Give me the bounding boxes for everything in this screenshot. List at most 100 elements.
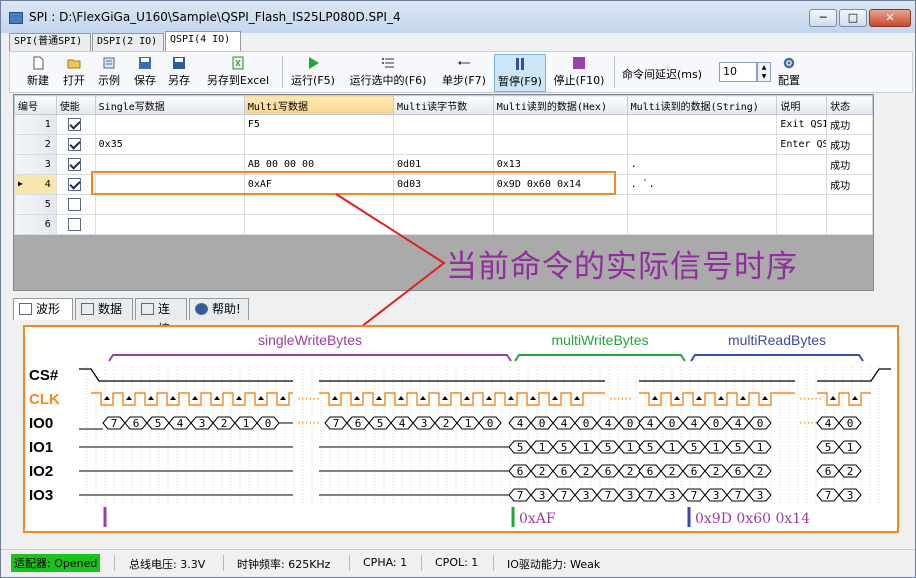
bus-value: 3 bbox=[539, 489, 546, 502]
bus-value: 2 bbox=[757, 465, 764, 478]
clk-edge-arrow bbox=[170, 396, 176, 400]
status-separator bbox=[493, 555, 494, 571]
tab-data[interactable]: 数据 bbox=[75, 298, 133, 320]
clk-edge-arrow bbox=[530, 396, 536, 400]
clk-edge-arrow bbox=[740, 396, 746, 400]
bus-value: 4 bbox=[177, 417, 184, 430]
signal-label-io3: IO3 bbox=[29, 487, 53, 504]
clk-edge-arrow bbox=[332, 396, 338, 400]
status-separator bbox=[421, 555, 422, 571]
clk-edge-arrow bbox=[574, 396, 580, 400]
clk-edge-arrow bbox=[376, 396, 382, 400]
bus-value: 5 bbox=[647, 441, 654, 454]
bus-value: 6 bbox=[561, 465, 568, 478]
bus-value: 1 bbox=[465, 417, 472, 430]
bus-value: 4 bbox=[691, 417, 698, 430]
tab-waveform[interactable]: 波形 bbox=[13, 298, 73, 320]
tab-connection[interactable]: 连接 bbox=[135, 298, 187, 336]
bus-value: 2 bbox=[539, 465, 546, 478]
bus-value: 1 bbox=[669, 441, 676, 454]
tab-help-label: 帮助! bbox=[212, 302, 241, 316]
group-label: multiWriteBytes bbox=[552, 332, 649, 348]
gap-dots: ······ bbox=[609, 392, 632, 406]
group-bracket bbox=[514, 354, 686, 362]
bus-value: 2 bbox=[583, 465, 590, 478]
bus-value: 7 bbox=[647, 489, 654, 502]
bus-value: 7 bbox=[735, 489, 742, 502]
clk-edge-arrow bbox=[398, 396, 404, 400]
bus-value: 6 bbox=[735, 465, 742, 478]
bus-value: 1 bbox=[627, 441, 634, 454]
bus-value: 3 bbox=[757, 489, 764, 502]
group-bracket bbox=[690, 354, 864, 362]
group-label: singleWriteBytes bbox=[258, 332, 362, 348]
bus-value: 0 bbox=[265, 417, 272, 430]
bus-value: 4 bbox=[517, 417, 524, 430]
bus-voltage: 总线电压: 3.3V bbox=[129, 558, 206, 571]
bus-value: 0 bbox=[627, 417, 634, 430]
status-separator bbox=[223, 555, 224, 571]
adapter-status: 适配器: Opened bbox=[11, 554, 101, 572]
bus-value: 2 bbox=[713, 465, 720, 478]
bus-value: 5 bbox=[825, 441, 832, 454]
group-bracket bbox=[108, 354, 512, 362]
bus-value: 5 bbox=[735, 441, 742, 454]
bus-value: 6 bbox=[355, 417, 362, 430]
bus-value: 6 bbox=[691, 465, 698, 478]
clk-edge-arrow bbox=[420, 396, 426, 400]
tab-data-label: 数据 bbox=[98, 302, 123, 316]
waveform-panel[interactable]: CS# CLK IO0 IO1 IO2 IO3 singleWriteBytes multiW… bbox=[23, 325, 899, 533]
pointer-line bbox=[335, 193, 446, 328]
waveform-icon bbox=[19, 303, 32, 315]
signal-label-io2: IO2 bbox=[29, 463, 53, 480]
waveform-canvas: CS# CLK IO0 IO1 IO2 IO3 singleWriteBytes multiW… bbox=[29, 332, 891, 527]
bus-value: 7 bbox=[605, 489, 612, 502]
bus-value: 7 bbox=[333, 417, 340, 430]
signal-label-io1: IO1 bbox=[29, 439, 53, 456]
bus-value: 5 bbox=[155, 417, 162, 430]
bus-value: 3 bbox=[847, 489, 854, 502]
signal-label-csn: CS# bbox=[29, 367, 59, 384]
bus-value: 3 bbox=[669, 489, 676, 502]
clk-edge-arrow bbox=[718, 396, 724, 400]
bus-value: 3 bbox=[199, 417, 206, 430]
connection-icon bbox=[141, 303, 154, 315]
current-command-highlight bbox=[91, 171, 616, 195]
bus-value: 4 bbox=[825, 417, 832, 430]
clk-edge-arrow bbox=[696, 396, 702, 400]
bus-value: 3 bbox=[421, 417, 428, 430]
clk-edge-arrow bbox=[126, 396, 132, 400]
bus-value: 2 bbox=[221, 417, 228, 430]
bus-value: 2 bbox=[847, 465, 854, 478]
bus-value: 5 bbox=[691, 441, 698, 454]
clk-edge-arrow bbox=[214, 396, 220, 400]
bus-value: 7 bbox=[825, 489, 832, 502]
bus-value: 7 bbox=[691, 489, 698, 502]
bus-value: 6 bbox=[605, 465, 612, 478]
gap-dots: ······ bbox=[297, 392, 320, 406]
bus-value: 0 bbox=[757, 417, 764, 430]
tab-waveform-label: 波形 bbox=[36, 302, 61, 316]
bus-value: 6 bbox=[133, 417, 140, 430]
app-window: SPI : D:\FlexGiGa_U160\Sample\QSPI_Flash… bbox=[0, 0, 916, 578]
clk-edge-arrow bbox=[830, 396, 836, 400]
tab-help[interactable]: 帮助! bbox=[189, 298, 249, 320]
bus-value: 4 bbox=[735, 417, 742, 430]
status-separator bbox=[114, 555, 115, 571]
bus-value: 0 bbox=[847, 417, 854, 430]
clk-edge-arrow bbox=[354, 396, 360, 400]
bus-value: 7 bbox=[111, 417, 118, 430]
clk-edge-arrow bbox=[552, 396, 558, 400]
bus-value: 1 bbox=[539, 441, 546, 454]
help-icon bbox=[195, 303, 208, 315]
bus-value: 0 bbox=[539, 417, 546, 430]
io-drive: IO驱动能力: Weak bbox=[507, 558, 601, 571]
signal-label-io0: IO0 bbox=[29, 415, 53, 432]
bus-value: 4 bbox=[647, 417, 654, 430]
clk-edge-arrow bbox=[258, 396, 264, 400]
bus-value: 0 bbox=[713, 417, 720, 430]
clk-edge-arrow bbox=[508, 396, 514, 400]
clk-edge-arrow bbox=[674, 396, 680, 400]
clock-frequency: 时钟频率: 625KHz bbox=[237, 558, 331, 571]
signal-label-clk: CLK bbox=[29, 391, 60, 408]
